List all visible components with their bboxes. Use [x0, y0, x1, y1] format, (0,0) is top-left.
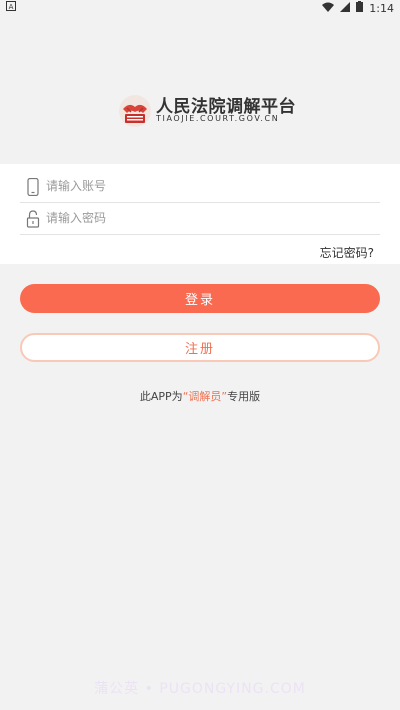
- version-note-prefix: 此APP为: [139, 390, 183, 403]
- signal-icon: [340, 1, 351, 15]
- account-field-row: [20, 170, 380, 203]
- svg-text:A: A: [9, 3, 14, 11]
- app-logo: 人民法院调解平台 TIAOJIE.COURT.GOV.CN: [118, 92, 318, 128]
- a-icon: A: [6, 1, 16, 14]
- forgot-password-link[interactable]: 忘记密码?: [320, 244, 374, 261]
- version-note-suffix: 专用版: [227, 390, 261, 403]
- status-bar: A 1:14: [0, 0, 400, 16]
- account-input[interactable]: [46, 174, 366, 198]
- status-time: 1:14: [369, 1, 394, 15]
- lock-icon: [26, 210, 40, 228]
- version-note-highlight: “调解员”: [182, 390, 228, 403]
- battery-icon: [356, 1, 364, 15]
- version-note: 此APP为“调解员”专用版: [0, 388, 400, 404]
- login-form: 忘记密码?: [0, 164, 400, 264]
- login-button[interactable]: 登录: [20, 284, 380, 313]
- register-button[interactable]: 注册: [20, 333, 380, 362]
- phone-icon: [27, 178, 39, 196]
- password-input[interactable]: [46, 206, 366, 230]
- watermark: 蒲公英 • PUGONGYING.COM: [94, 681, 306, 697]
- wifi-icon: [322, 2, 335, 15]
- logo-subtitle: TIAOJIE.COURT.GOV.CN: [156, 114, 280, 123]
- password-field-row: [20, 202, 380, 235]
- court-emblem-icon: [119, 95, 151, 127]
